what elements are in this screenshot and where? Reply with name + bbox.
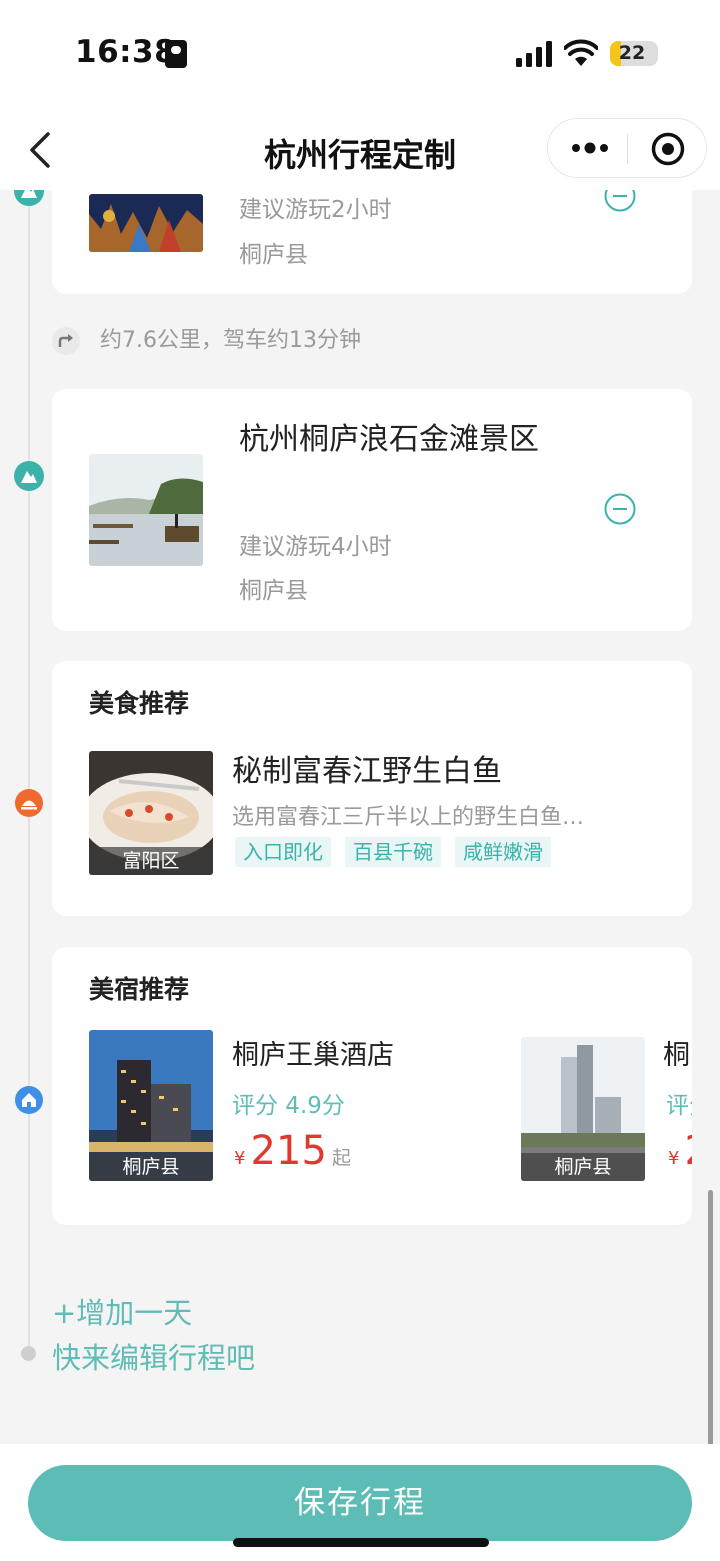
cellular-signal-icon bbox=[516, 41, 552, 67]
food-description: 选用富春江三斤半以上的野生白鱼… bbox=[232, 805, 585, 830]
save-itinerary-button[interactable]: 保存行程 bbox=[28, 1465, 692, 1541]
battery-icon: 22 bbox=[610, 41, 658, 66]
hotel-region-caption: 桐庐县 bbox=[521, 1153, 645, 1181]
add-day-button[interactable]: +增加一天 bbox=[52, 1290, 192, 1332]
food-recommendation-card[interactable]: 美食推荐 富阳区 秘制富春江野生白鱼 选用富春江三斤半以上的野生白鱼… 入口即化… bbox=[52, 661, 692, 916]
price-currency: ¥ bbox=[234, 1148, 246, 1169]
hotel-image: 桐庐县 bbox=[521, 1037, 645, 1181]
spot-duration: 建议游玩4小时 bbox=[239, 534, 392, 560]
hotel-region-caption: 桐庐县 bbox=[89, 1153, 213, 1181]
scenic-node-icon bbox=[14, 461, 44, 491]
spot-duration: 建议游玩2小时 bbox=[239, 197, 392, 223]
food-image: 富阳区 bbox=[89, 751, 213, 875]
hotel-section-title: 美宿推荐 bbox=[89, 975, 190, 1004]
food-node-icon bbox=[15, 789, 43, 817]
hotel-image: 桐庐县 bbox=[89, 1030, 213, 1181]
nav-bar-overlay: 杭州行程定制 bbox=[0, 108, 720, 190]
spot-name[interactable]: 杭州桐庐浪石金滩景区 bbox=[239, 417, 539, 463]
price-suffix: 起 bbox=[332, 1147, 352, 1169]
battery-level: 22 bbox=[618, 42, 646, 64]
bottom-action-bar: 保存行程 bbox=[0, 1444, 720, 1561]
wifi-icon bbox=[564, 39, 598, 66]
hotel-price: ¥ 215 起 bbox=[234, 1128, 351, 1174]
food-tag: 入口即化 bbox=[235, 837, 331, 867]
route-arrow-icon bbox=[52, 327, 80, 355]
spot-region: 桐庐县 bbox=[239, 578, 308, 604]
food-region-caption: 富阳区 bbox=[89, 847, 213, 875]
remove-spot-icon[interactable] bbox=[604, 493, 636, 525]
price-value: 2 bbox=[685, 1128, 692, 1174]
timeline-end-dot bbox=[21, 1346, 36, 1361]
spot-card[interactable]: 杭州桐庐浪石金滩景区 建议游玩4小时 桐庐县 bbox=[52, 389, 692, 631]
miniprogram-capsule bbox=[547, 118, 707, 178]
travel-distance: 约7.6公里，驾车约13分钟 bbox=[100, 328, 361, 353]
status-time: 16:38 bbox=[75, 34, 177, 70]
hotel-rating: 评分 bbox=[666, 1093, 692, 1119]
food-tag: 百县千碗 bbox=[345, 837, 441, 867]
edit-itinerary-tip: 快来编辑行程吧 bbox=[52, 1341, 256, 1375]
status-bar: 16:38 22 bbox=[0, 0, 720, 108]
sim-card-icon bbox=[165, 40, 187, 68]
spot-region: 桐庐县 bbox=[239, 242, 308, 268]
close-miniprogram-icon[interactable] bbox=[650, 131, 686, 167]
capsule-divider bbox=[627, 134, 628, 164]
food-name[interactable]: 秘制富春江野生白鱼 bbox=[232, 746, 502, 790]
hotel-recommendation-card[interactable]: 美宿推荐 桐庐县 桐庐王巢酒店 评分 4.9分 ¥ 215 起 桐庐县 桐 评分 bbox=[52, 947, 692, 1225]
price-value: 215 bbox=[250, 1128, 327, 1174]
spot-image bbox=[89, 194, 203, 252]
hotel-name[interactable]: 桐 bbox=[663, 1033, 690, 1072]
hotel-rating: 评分 4.9分 bbox=[232, 1093, 345, 1119]
home-indicator bbox=[233, 1538, 489, 1547]
food-section-title: 美食推荐 bbox=[89, 689, 190, 718]
timeline-line bbox=[28, 190, 30, 1355]
hotel-name[interactable]: 桐庐王巢酒店 bbox=[232, 1033, 394, 1072]
hotel-price: ¥ 2 bbox=[668, 1128, 692, 1174]
hotel-node-icon bbox=[15, 1086, 43, 1114]
food-tag: 咸鲜嫩滑 bbox=[455, 837, 551, 867]
more-options-icon[interactable] bbox=[572, 138, 608, 158]
spot-image bbox=[89, 454, 203, 566]
price-currency: ¥ bbox=[668, 1148, 680, 1169]
